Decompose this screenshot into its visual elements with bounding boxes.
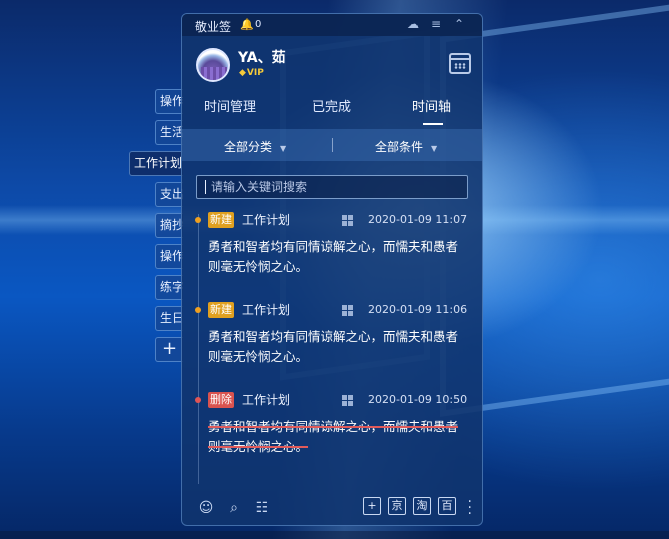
entry-timestamp: 2020-01-09 11:06 <box>368 303 468 316</box>
taskbar-edge <box>0 531 669 539</box>
timeline-dot <box>195 217 201 223</box>
jd-shortcut-button[interactable]: 京 <box>388 497 406 515</box>
side-tab-work-plan[interactable]: 工作计划 <box>129 151 183 176</box>
vip-badge: ◆VIP <box>239 68 264 78</box>
bottom-toolbar: ☺ ⌕ ☷ + 京 淘 百 · · · <box>182 494 482 525</box>
collapse-chevron-icon[interactable]: ⌃ <box>454 17 464 31</box>
side-tab-excerpt[interactable]: 摘抄 <box>155 213 183 238</box>
app-title: 敬业签 <box>195 20 232 34</box>
menu-icon[interactable]: ≡ <box>431 17 441 31</box>
status-badge: 新建 <box>208 212 234 228</box>
avatar[interactable] <box>196 48 230 82</box>
user-profile: YA、茹 ◆VIP <box>182 36 482 96</box>
caret-down-icon: ▼ <box>280 144 287 153</box>
entry-timestamp: 2020-01-09 11:07 <box>368 213 468 226</box>
cloud-sync-icon[interactable]: ☁ <box>407 17 419 31</box>
tab-completed[interactable]: 已完成 <box>312 96 351 115</box>
contacts-icon[interactable]: ☺ <box>197 499 215 517</box>
category-filter[interactable]: 全部分类 ▼ <box>224 138 286 155</box>
search-icon[interactable]: ⌕ <box>225 499 243 517</box>
timeline-entry[interactable]: 新建 工作计划 2020-01-09 11:06 勇者和智者均有同情谅解之心，而… <box>182 302 482 392</box>
title-bar[interactable]: 敬业签 🔔 0 ☁ ≡ ⌃ <box>182 14 482 36</box>
windows-icon <box>342 305 353 316</box>
windows-icon <box>342 395 353 406</box>
side-tab-expense[interactable]: 支出 <box>155 182 183 207</box>
entry-category: 工作计划 <box>242 213 291 227</box>
side-tab-operation[interactable]: 操作 <box>155 89 183 114</box>
timeline-entry[interactable]: 新建 工作计划 2020-01-09 11:07 勇者和智者均有同情谅解之心，而… <box>182 212 482 302</box>
tab-time-management[interactable]: 时间管理 <box>204 96 256 115</box>
text-cursor <box>205 180 206 194</box>
caret-down-icon: ▼ <box>431 144 438 153</box>
entry-category: 工作计划 <box>242 393 291 407</box>
taobao-shortcut-button[interactable]: 淘 <box>413 497 431 515</box>
entry-category: 工作计划 <box>242 303 291 317</box>
entry-content: 勇者和智者均有同情谅解之心，而懦夫和愚者则毫无怜悯之心。 <box>208 419 459 454</box>
tab-timeline[interactable]: 时间轴 <box>412 96 451 115</box>
condition-filter[interactable]: 全部条件 ▼ <box>375 138 437 155</box>
vip-label: VIP <box>246 68 264 78</box>
main-tabs: 时间管理 已完成 时间轴 <box>182 96 482 126</box>
bell-icon[interactable]: 🔔 <box>240 18 254 31</box>
condition-filter-label: 全部条件 <box>375 140 424 154</box>
search-input[interactable] <box>196 175 468 199</box>
side-tab-life[interactable]: 生活 <box>155 120 183 145</box>
timeline-dot <box>195 307 201 313</box>
status-badge: 删除 <box>208 392 234 408</box>
windows-icon <box>342 215 353 226</box>
diamond-icon: ◆ <box>239 68 246 78</box>
filter-divider <box>332 138 333 152</box>
side-tab-operation-2[interactable]: 操作 <box>155 244 183 269</box>
status-badge: 新建 <box>208 302 234 318</box>
notes-icon[interactable]: ☷ <box>253 499 271 517</box>
more-icon[interactable]: · · · <box>468 495 472 521</box>
timeline-dot <box>195 397 201 403</box>
calendar-dots <box>454 63 466 69</box>
entry-timestamp: 2020-01-09 10:50 <box>368 393 468 406</box>
notification-count: 0 <box>255 19 262 30</box>
baidu-shortcut-button[interactable]: 百 <box>438 497 456 515</box>
timeline-entry[interactable]: 删除 工作计划 2020-01-09 10:50 勇者和智者均有同情谅解之心，而… <box>182 392 482 482</box>
calendar-icon[interactable] <box>449 53 471 74</box>
user-name: YA、茹 <box>238 50 286 66</box>
category-filter-label: 全部分类 <box>224 140 273 154</box>
side-tab-calligraphy[interactable]: 练字 <box>155 275 183 300</box>
add-category-button[interactable]: + <box>155 337 183 362</box>
active-tab-indicator <box>423 123 443 125</box>
add-button[interactable]: + <box>363 497 381 515</box>
sticky-note-widget: 敬业签 🔔 0 ☁ ≡ ⌃ YA、茹 ◆VIP 时间管理 已完成 时间轴 全部分… <box>181 13 483 526</box>
entry-content: 勇者和智者均有同情谅解之心，而懦夫和愚者则毫无怜悯之心。 <box>208 239 459 274</box>
filter-bar: 全部分类 ▼ 全部条件 ▼ <box>182 129 482 161</box>
entry-content: 勇者和智者均有同情谅解之心，而懦夫和愚者则毫无怜悯之心。 <box>208 329 459 364</box>
side-tab-birthday[interactable]: 生日 <box>155 306 183 331</box>
